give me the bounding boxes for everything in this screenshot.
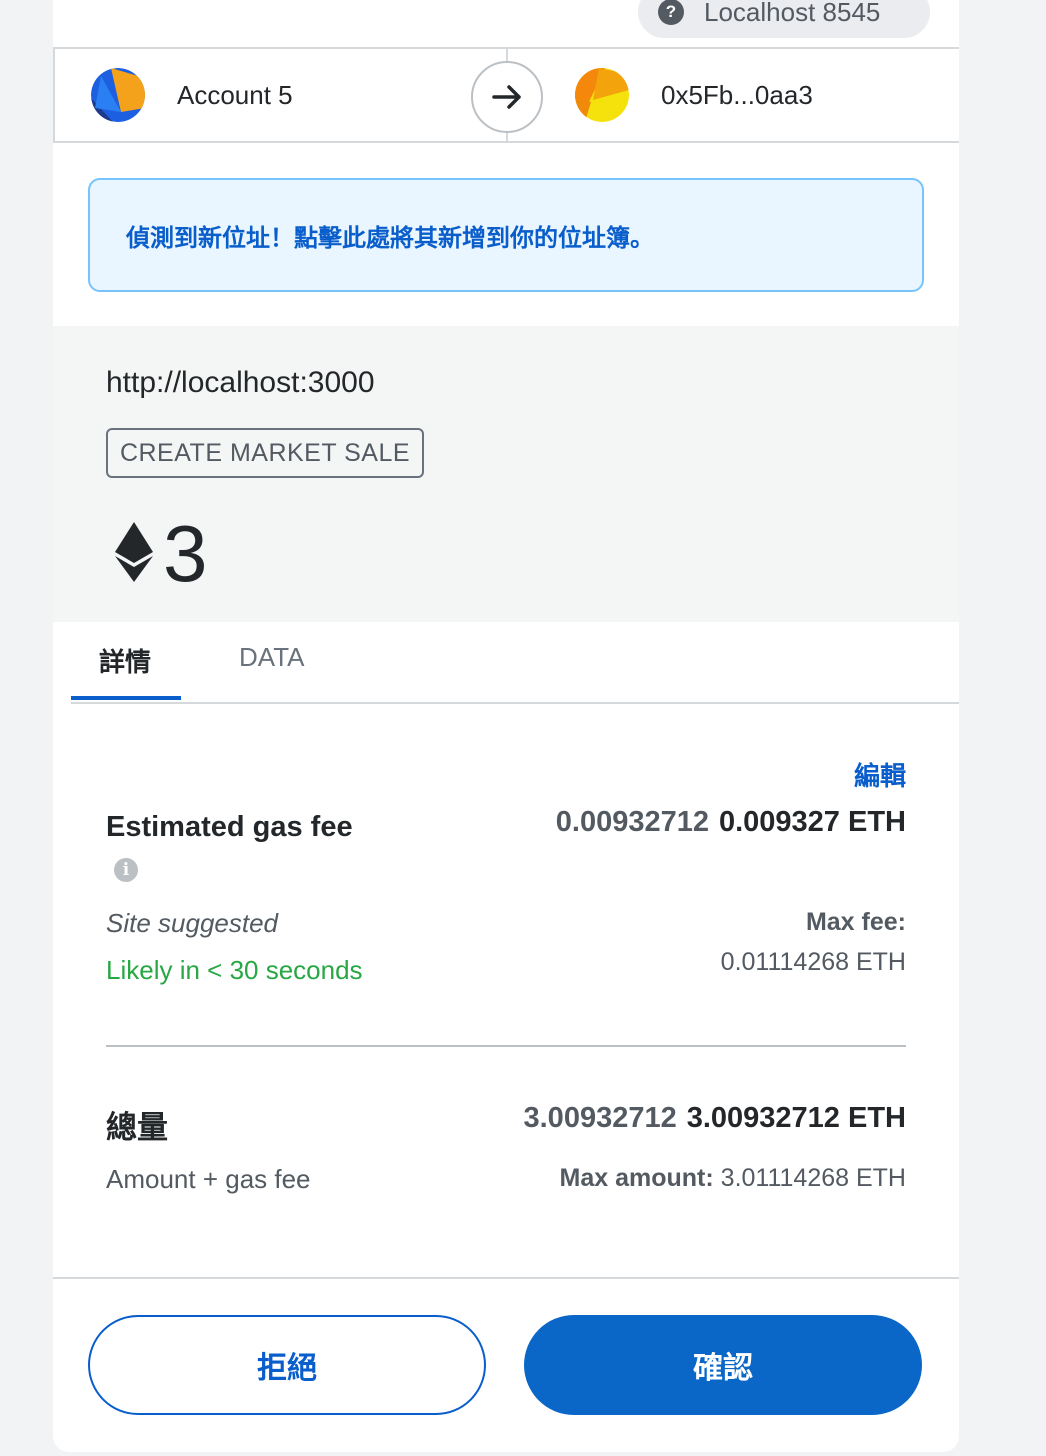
transaction-amount: 3 bbox=[163, 509, 208, 598]
gas-fee-title: Estimated gas fee i bbox=[106, 806, 366, 890]
network-selector[interactable]: ? Localhost 8545 bbox=[638, 0, 930, 38]
sender-avatar bbox=[91, 68, 145, 122]
max-amount: Max amount: 3.01114268 ETH bbox=[560, 1164, 906, 1193]
ethereum-icon bbox=[115, 522, 153, 586]
footer-divider bbox=[53, 1277, 959, 1279]
tab-data[interactable]: DATA bbox=[239, 642, 304, 673]
arrow-right-icon bbox=[471, 61, 543, 133]
network-label: Localhost 8545 bbox=[704, 0, 881, 27]
reject-button[interactable]: 拒絕 bbox=[88, 1315, 486, 1415]
max-amount-label: Max amount: bbox=[559, 1164, 714, 1192]
gas-fee-values: 0.00932712 0.009327 ETH bbox=[556, 806, 906, 839]
gas-timing: Likely in < 30 seconds bbox=[106, 955, 363, 985]
edit-gas-link[interactable]: 編輯 bbox=[854, 756, 906, 793]
total-label: 總量 bbox=[106, 1110, 168, 1146]
active-tab-indicator bbox=[71, 696, 181, 700]
confirm-transaction-popup: ? Localhost 8545 Account 5 0x5Fb...0aa3 … bbox=[53, 0, 959, 1452]
gas-fee-primary: 0.00932712 bbox=[555, 806, 709, 838]
help-icon: ? bbox=[658, 0, 684, 25]
recipient-avatar bbox=[575, 68, 629, 122]
method-badge: CREATE MARKET SALE bbox=[106, 428, 424, 478]
max-fee-label: Max fee: bbox=[805, 908, 906, 936]
sender[interactable]: Account 5 bbox=[91, 49, 293, 141]
sender-recipient-bar: Account 5 0x5Fb...0aa3 bbox=[53, 47, 959, 143]
banner-text: 偵測到新位址！點擊此處將其新增到你的位址簿。 bbox=[126, 223, 654, 252]
new-address-banner[interactable]: 偵測到新位址！點擊此處將其新增到你的位址簿。 bbox=[88, 178, 924, 292]
max-fee-value: 0.01114268 ETH bbox=[720, 948, 906, 976]
recipient-address: 0x5Fb...0aa3 bbox=[661, 79, 813, 110]
tab-details[interactable]: 詳情 bbox=[99, 642, 151, 679]
confirm-button[interactable]: 確認 bbox=[524, 1315, 922, 1415]
site-origin: http://localhost:3000 bbox=[106, 366, 375, 399]
total-sublabel: Amount + gas fee bbox=[106, 1164, 311, 1194]
divider bbox=[106, 1045, 906, 1047]
gas-fee-label: Estimated gas fee bbox=[106, 811, 353, 843]
info-icon[interactable]: i bbox=[114, 858, 138, 883]
recipient[interactable]: 0x5Fb...0aa3 bbox=[575, 49, 813, 141]
transaction-summary: http://localhost:3000 CREATE MARKET SALE… bbox=[53, 326, 959, 622]
max-amount-value: 3.01114268 ETH bbox=[720, 1164, 906, 1192]
total-secondary: 3.00932712 ETH bbox=[686, 1102, 906, 1134]
tabs: 詳情 DATA bbox=[71, 622, 959, 704]
total-primary: 3.00932712 bbox=[523, 1102, 677, 1134]
sender-name: Account 5 bbox=[177, 79, 293, 110]
gas-source: Site suggested bbox=[106, 908, 279, 938]
total-values: 3.00932712 3.00932712 ETH bbox=[524, 1102, 907, 1135]
gas-fee-secondary: 0.009327 ETH bbox=[718, 806, 906, 838]
amount-row: 3 bbox=[115, 514, 208, 594]
